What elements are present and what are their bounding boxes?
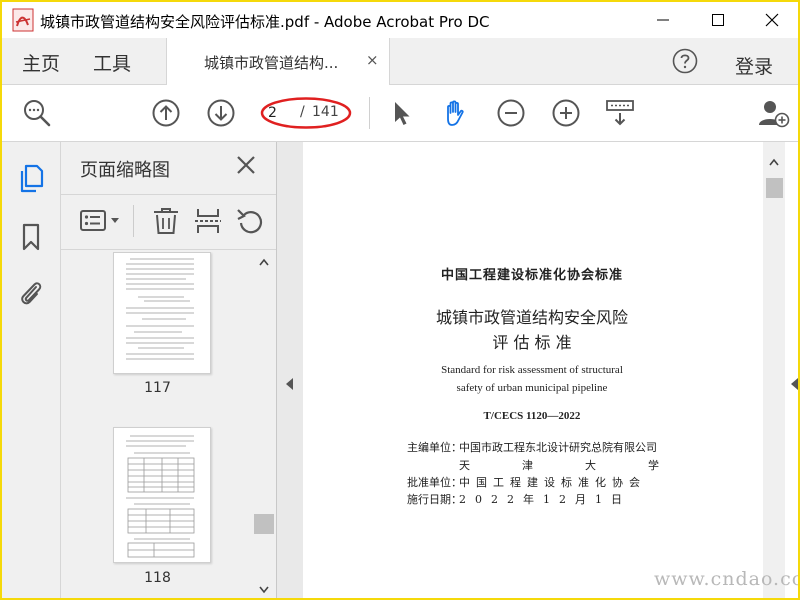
window-title: 城镇市政管道结构安全风险评估标准.pdf - Adobe Acrobat Pro…	[40, 13, 490, 31]
close-window-button[interactable]	[744, 2, 798, 38]
page-thumbnail[interactable]	[113, 427, 211, 563]
doc-standard-code: T/CECS 1120—2022	[483, 410, 581, 422]
login-button[interactable]: 登录	[735, 52, 773, 79]
thumbnail-list: 117 118	[61, 252, 254, 598]
scrollbar-thumb[interactable]	[254, 514, 274, 534]
maximize-button[interactable]	[690, 2, 746, 38]
search-icon[interactable]	[22, 98, 52, 128]
doc-en-title-line1: Standard for risk assessment of structur…	[441, 364, 623, 376]
doc-title-line1: 城镇市政管道结构安全风险	[435, 308, 628, 327]
thumbnail-options-icon[interactable]	[79, 207, 123, 235]
doc-row-label: 批准单位：	[407, 476, 462, 489]
delete-page-icon[interactable]	[151, 207, 181, 235]
page-navigator: / 141	[260, 97, 352, 129]
doc-title-line2: 评 估 标 准	[492, 333, 572, 352]
thumbnail-scrollbar[interactable]	[254, 252, 274, 598]
document-scrollbar[interactable]	[763, 142, 785, 598]
app-window: 城镇市政管道结构安全风险评估标准.pdf - Adobe Acrobat Pro…	[0, 0, 800, 600]
scroll-up-icon[interactable]	[769, 158, 779, 166]
extract-page-icon[interactable]	[193, 207, 223, 235]
zoom-out-icon[interactable]	[496, 98, 526, 128]
panel-splitter[interactable]	[277, 142, 303, 598]
scroll-up-icon[interactable]	[259, 258, 269, 266]
scroll-down-icon[interactable]	[259, 586, 269, 594]
attachment-icon[interactable]	[17, 278, 45, 308]
scrollbar-thumb[interactable]	[766, 178, 783, 198]
doc-row-chief-editor: 主编单位： 中国市政工程东北设计研究总院有限公司	[407, 439, 667, 457]
doc-org-header: 中国工程建设标准化协会标准	[440, 268, 623, 283]
doc-row-label: 主编单位：	[407, 441, 462, 454]
expand-right-panel-icon[interactable]	[791, 378, 798, 390]
panel-toolbar-divider	[133, 205, 134, 237]
panel-title: 页面缩略图	[80, 160, 170, 181]
tools-menu[interactable]: 工具	[93, 49, 131, 76]
acrobat-app-icon	[12, 8, 34, 32]
watermark-text: www.cndao.com	[654, 568, 798, 590]
page-thumbnails-panel: 页面缩略图 117 118	[61, 142, 277, 598]
close-panel-icon[interactable]	[235, 154, 257, 176]
minimize-button[interactable]	[635, 2, 691, 38]
previous-page-icon[interactable]	[151, 98, 181, 128]
tab-bar: 主页 工具 城镇市政管道结构... × 登录	[2, 38, 798, 85]
doc-row-approver: 批准单位： 中国工程建设标准化协会	[407, 474, 667, 492]
doc-row-value: 天津大学	[459, 459, 711, 472]
doc-row-co-editor: 天津大学	[407, 457, 667, 475]
main-toolbar: / 141	[2, 85, 798, 142]
maximize-icon	[712, 14, 724, 26]
document-tab[interactable]: 城镇市政管道结构... ×	[166, 38, 390, 85]
thumbnail-label: 118	[144, 570, 171, 586]
panel-toolbar	[61, 194, 276, 250]
page-thumbnail[interactable]	[113, 252, 211, 374]
add-user-icon[interactable]	[757, 98, 791, 128]
hand-tool-icon[interactable]	[440, 98, 470, 128]
document-page: 中国工程建设标准化协会标准 城镇市政管道结构安全风险 评 估 标 准 Stand…	[303, 152, 761, 598]
doc-en-title-line2: safety of urban municipal pipeline	[456, 382, 608, 394]
doc-row-value: 中国市政工程东北设计研究总院有限公司	[459, 441, 657, 454]
scroll-mode-icon[interactable]	[605, 98, 635, 128]
rotate-page-icon[interactable]	[235, 207, 265, 235]
doc-row-value: 中国工程建设标准化协会	[459, 476, 646, 489]
close-icon	[765, 13, 779, 27]
thumbnail-page-content	[126, 258, 194, 360]
page-thumbnails-icon[interactable]	[17, 164, 45, 194]
title-bar: 城镇市政管道结构安全风险评估标准.pdf - Adobe Acrobat Pro…	[2, 2, 798, 38]
zoom-in-icon[interactable]	[551, 98, 581, 128]
collapse-panel-icon[interactable]	[286, 378, 294, 390]
doc-row-label: 施行日期：	[407, 493, 462, 506]
navigation-rail	[2, 142, 61, 598]
bookmark-icon[interactable]	[17, 222, 45, 252]
toolbar-divider	[369, 97, 370, 129]
doc-row-effective-date: 施行日期： 2022年12月1日	[407, 491, 667, 509]
minimize-icon	[657, 19, 669, 21]
thumbnail-page-content	[126, 435, 195, 558]
home-menu[interactable]: 主页	[22, 49, 60, 76]
next-page-icon[interactable]	[206, 98, 236, 128]
doc-row-value: 2022年12月1日	[459, 493, 631, 506]
document-tab-close-button[interactable]: ×	[366, 51, 379, 69]
thumbnail-label: 117	[144, 380, 171, 396]
help-icon[interactable]	[672, 48, 698, 74]
document-tab-label: 城镇市政管道结构...	[204, 54, 339, 72]
select-cursor-icon[interactable]	[386, 98, 416, 128]
red-annotation-oval	[260, 97, 352, 129]
document-view: 中国工程建设标准化协会标准 城镇市政管道结构安全风险 评 估 标 准 Stand…	[303, 142, 798, 598]
